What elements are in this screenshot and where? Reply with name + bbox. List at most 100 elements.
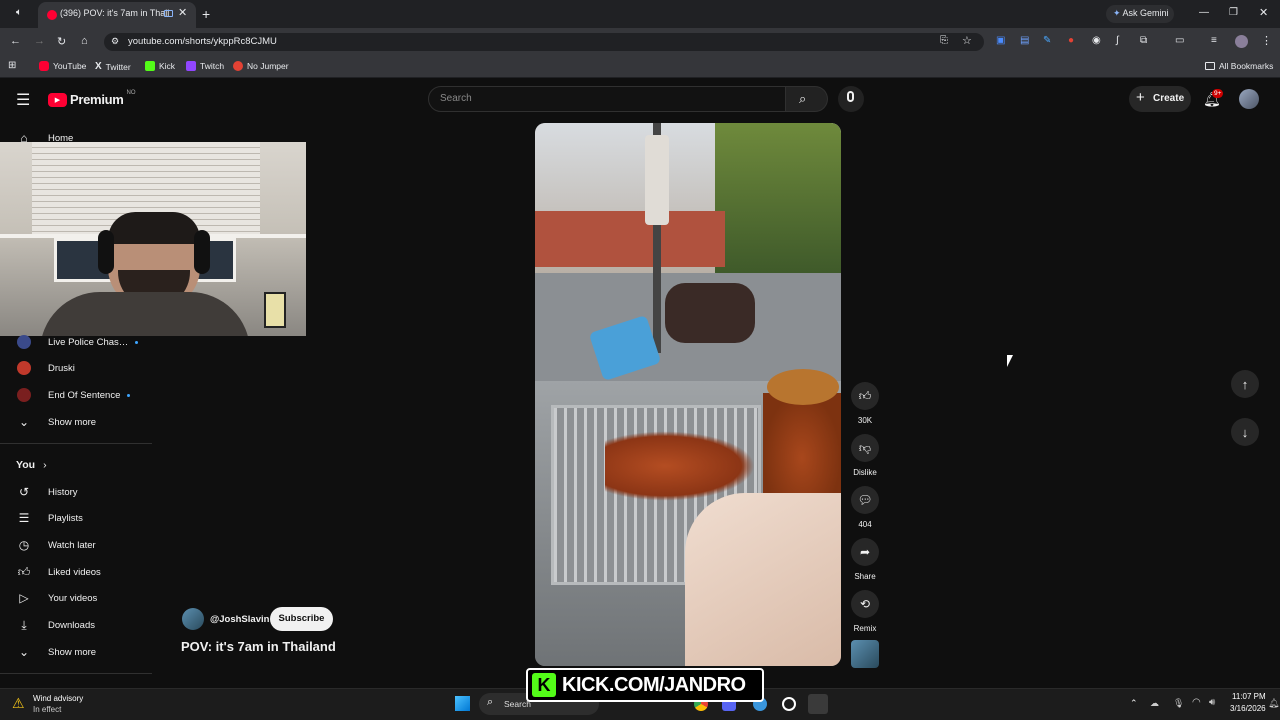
previous-short-button[interactable]: ↑ [1231, 370, 1259, 398]
plus-icon: + [1136, 89, 1145, 106]
sound-thumbnail[interactable] [851, 640, 879, 668]
sidebar-show-more[interactable]: ⌄ Show more [0, 639, 152, 665]
extension-6-icon[interactable]: ∫ [1116, 35, 1119, 46]
chevron-down-icon: ⌄ [18, 415, 30, 429]
extensions-puzzle-icon[interactable]: ⧉ [1140, 35, 1147, 46]
short-video-player[interactable] [535, 123, 841, 666]
notification-badge: 9+ [1212, 89, 1224, 98]
steam-taskbar-icon[interactable] [808, 694, 828, 714]
sidebar-item-liked-videos[interactable]: 👍︎ Liked videos [0, 559, 152, 585]
tray-chevron-up-icon[interactable]: ⌃ [1130, 698, 1138, 709]
extension-5-icon[interactable]: ◉ [1092, 35, 1101, 46]
tray-cloud-icon[interactable]: ☁︎ [1150, 698, 1159, 709]
extension-4-icon[interactable]: ● [1068, 35, 1074, 46]
search-button[interactable]: ⌕ [786, 86, 828, 112]
desk-lamp [264, 292, 286, 328]
bookmark-kick[interactable]: Kick [145, 61, 175, 71]
home-icon[interactable]: ⌂ [81, 35, 88, 47]
cast-icon [164, 10, 173, 17]
chrome-menu-icon[interactable]: ⋮ [1261, 34, 1272, 47]
channel-name[interactable]: @JoshSlavin [210, 614, 269, 625]
minimize-button[interactable]: — [1199, 7, 1209, 18]
profile-avatar[interactable] [1235, 35, 1248, 48]
site-info-icon[interactable]: ⚙︎ [111, 36, 119, 47]
account-avatar[interactable] [1239, 89, 1259, 109]
kick-logo-icon: K [532, 673, 556, 697]
wifi-icon[interactable]: ◠ [1192, 697, 1201, 708]
sidebar-item-subscription[interactable]: Live Police Chas… [0, 329, 152, 355]
tab-audio-icon[interactable]: 🔈︎ [16, 7, 22, 18]
gemini-icon: ✦ [1113, 8, 1123, 18]
new-tab-button[interactable]: + [202, 6, 210, 22]
extension-3-icon[interactable]: ✎ [1043, 35, 1051, 46]
bookmark-twitch[interactable]: Twitch [186, 61, 224, 71]
reload-icon[interactable]: ↻ [57, 35, 66, 48]
clock-time[interactable]: 11:07 PM [1232, 692, 1266, 701]
chevron-down-icon: ⌄ [18, 645, 30, 659]
close-window-button[interactable]: ✕ [1259, 6, 1268, 19]
weather-subtitle: In effect [33, 705, 62, 714]
comments-button[interactable]: 💬︎ [851, 486, 879, 514]
bookmark-no-jumper[interactable]: No Jumper [233, 61, 289, 71]
restore-button[interactable]: ❐ [1229, 7, 1238, 18]
share-button[interactable]: ➦ [851, 538, 879, 566]
sidebar-item-label: Watch later [48, 539, 96, 551]
bookmark-label: Kick [159, 61, 176, 71]
remix-button[interactable]: ⟲ [851, 590, 879, 618]
all-bookmarks-button[interactable]: All Bookmarks [1205, 61, 1273, 71]
youtube-premium-logo[interactable]: ▶ Premium NO [48, 89, 136, 107]
ask-gemini-label: Ask Gemini [1122, 8, 1169, 18]
subscribe-button[interactable]: Subscribe [270, 607, 333, 631]
bookmark-star-icon[interactable]: ☆ [962, 34, 972, 47]
bookmark-youtube[interactable]: YouTube [39, 61, 86, 71]
history-icon: ↺ [18, 485, 30, 499]
weather-title[interactable]: Wind advisory [33, 694, 83, 703]
install-app-icon[interactable]: ⎘ [940, 35, 948, 46]
streamer-webcam-overlay [0, 142, 306, 336]
windows-start-icon[interactable] [455, 696, 470, 711]
ask-gemini-button[interactable]: ✦ Ask Gemini [1106, 5, 1174, 23]
no-jumper-icon [233, 61, 243, 71]
logo-region: NO [126, 89, 136, 96]
sidebar-item-history[interactable]: ↺ History [0, 479, 152, 505]
create-label: Create [1153, 93, 1185, 104]
voice-search-button[interactable] [838, 86, 864, 112]
video-bag [645, 135, 669, 225]
apps-grid-icon[interactable]: ⊞ [8, 60, 16, 71]
extension-1-icon[interactable]: ▣ [996, 35, 1005, 46]
back-arrow-icon[interactable]: ← [10, 35, 21, 47]
sidebar-item-subscription[interactable]: End Of Sentence [0, 382, 152, 408]
extension-2-icon[interactable]: ▤ [1020, 35, 1029, 46]
tray-mic-icon[interactable]: 🎙︎ [1173, 698, 1184, 709]
headphones-right [194, 230, 210, 274]
sidebar-show-more[interactable]: ⌄ Show more [0, 409, 152, 435]
sidebar-you-header[interactable]: You › [0, 452, 152, 478]
forward-arrow-icon[interactable]: → [34, 35, 45, 47]
clock-date[interactable]: 3/16/2026 [1230, 704, 1266, 713]
dislike-button[interactable]: 👎︎ [851, 434, 879, 462]
sidebar-item-your-videos[interactable]: ▷ Your videos [0, 585, 152, 611]
bookmark-twitter[interactable]: X Twitter [95, 61, 131, 72]
next-short-button[interactable]: ↓ [1231, 418, 1259, 446]
play-icon: ▷ [19, 591, 29, 605]
tab-close-button[interactable]: ✕ [178, 6, 187, 19]
clock-icon: ◷ [18, 538, 30, 552]
notification-center-icon[interactable]: 🔔︎ [1268, 698, 1279, 709]
remix-icon: ⟲ [859, 597, 871, 611]
browser-tab[interactable]: (396) POV: it's 7am in Thail… ✕ [38, 2, 196, 28]
url-text[interactable]: youtube.com/shorts/ykppRc8CJMU [128, 36, 277, 47]
obs-taskbar-icon[interactable] [782, 697, 796, 711]
warning-icon[interactable]: ⚠ [12, 695, 25, 712]
hamburger-menu-icon[interactable]: ☰ [16, 90, 30, 110]
volume-icon[interactable]: 🔊︎ [1209, 697, 1215, 708]
sidebar-item-subscription[interactable]: Druski [0, 355, 152, 381]
media-control-icon[interactable]: ≡ [1211, 35, 1217, 46]
channel-avatar[interactable] [182, 608, 204, 630]
create-button[interactable]: + Create [1129, 86, 1191, 112]
search-input[interactable]: Search [428, 86, 786, 112]
sidebar-item-downloads[interactable]: ⤓ Downloads [0, 612, 152, 638]
side-panel-icon[interactable]: ▭ [1175, 35, 1184, 46]
sidebar-item-watch-later[interactable]: ◷ Watch later [0, 532, 152, 558]
like-button[interactable]: 👍︎ [851, 382, 879, 410]
sidebar-item-playlists[interactable]: ☰ Playlists [0, 505, 152, 531]
